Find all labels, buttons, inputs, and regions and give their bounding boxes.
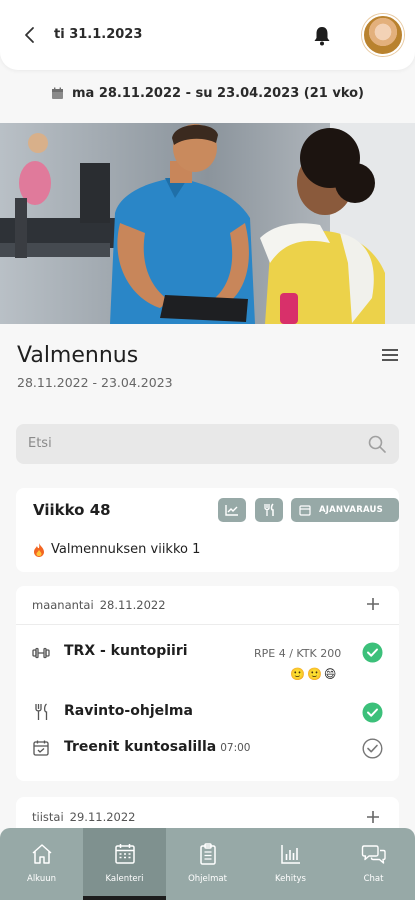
avatar[interactable]	[362, 14, 404, 56]
menu-icon[interactable]	[380, 347, 400, 363]
calendar-icon	[299, 505, 311, 516]
tab-label: Kehitys	[275, 874, 306, 884]
gym-photo	[0, 123, 415, 324]
chevron-left-icon[interactable]	[20, 24, 40, 46]
period-text: ma 28.11.2022 - su 23.04.2023 (21 vko)	[71, 85, 365, 101]
booking-button[interactable]: AJANVARAUS	[291, 498, 399, 522]
search-placeholder[interactable]: Etsi	[28, 436, 52, 451]
search-input[interactable]	[16, 424, 399, 464]
calendar-icon	[114, 844, 135, 864]
tab-label: Alkuun	[27, 874, 56, 884]
tab-calendar[interactable]: Kalenteri	[83, 828, 166, 900]
add-icon[interactable]	[366, 597, 380, 611]
calendar-icon	[51, 87, 63, 99]
home-icon	[32, 844, 51, 864]
add-icon[interactable]	[366, 810, 380, 824]
gym-item-title: Treenit kuntosalilla	[64, 739, 217, 755]
day-date: 29.11.2022	[69, 810, 136, 824]
feedback-emojis: 🙂🙂😄	[290, 667, 339, 681]
week-title: Viikko 48	[33, 501, 111, 519]
chat-icon	[361, 845, 386, 864]
tab-progress[interactable]: Kehitys	[249, 828, 332, 900]
chart-icon	[225, 505, 238, 516]
nutrition-item-label[interactable]: Ravinto-ohjelma	[64, 703, 193, 719]
calendar-check-icon	[33, 740, 49, 756]
tab-label: Chat	[363, 874, 384, 884]
week-note-text: Valmennuksen viikko 1	[51, 542, 201, 557]
day-date: 28.11.2022	[99, 598, 166, 612]
check-done-icon[interactable]	[362, 702, 383, 723]
program-dates: 28.11.2022 - 23.04.2023	[17, 375, 173, 390]
tab-programs[interactable]: Ohjelmat	[166, 828, 249, 900]
program-title: Valmennus	[17, 343, 139, 368]
week-note: Valmennuksen viikko 1	[33, 542, 200, 557]
check-done-icon[interactable]	[362, 642, 383, 663]
search-icon[interactable]	[367, 434, 387, 454]
day-header: tiistai 29.11.2022	[32, 810, 136, 824]
nutrition-button[interactable]	[255, 498, 283, 522]
workout-item-label[interactable]: TRX - kuntopiiri	[64, 643, 188, 659]
bottom-tab-bar: Alkuun Kalenteri Ohjelmat Kehitys Chat	[0, 828, 415, 900]
dumbbell-icon	[32, 647, 50, 659]
cutlery-icon	[264, 503, 274, 516]
tab-chat[interactable]: Chat	[332, 828, 415, 900]
gym-item-time: 07:00	[220, 742, 251, 754]
hero-image	[0, 123, 415, 324]
clipboard-icon	[199, 843, 216, 865]
tab-label: Kalenteri	[105, 874, 144, 884]
fire-icon	[34, 542, 44, 557]
weekday-label: maanantai	[32, 598, 94, 612]
check-pending-icon[interactable]	[362, 738, 383, 759]
tab-home[interactable]: Alkuun	[0, 828, 83, 900]
tab-label: Ohjelmat	[188, 874, 227, 884]
booking-label: AJANVARAUS	[319, 505, 383, 515]
day-header: maanantai 28.11.2022	[32, 598, 166, 612]
weekday-label: tiistai	[32, 810, 64, 824]
bell-icon[interactable]	[312, 25, 332, 47]
workout-rpe: RPE 4 / KTK 200	[254, 647, 342, 660]
cutlery-icon	[35, 703, 48, 720]
program-period: ma 28.11.2022 - su 23.04.2023 (21 vko)	[0, 78, 415, 108]
chart-icon	[280, 845, 300, 864]
current-date[interactable]: ti 31.1.2023	[54, 27, 142, 42]
gym-item-label[interactable]: Treenit kuntosalilla 07:00	[64, 739, 250, 755]
divider	[16, 624, 399, 625]
progress-chart-button[interactable]	[218, 498, 246, 522]
